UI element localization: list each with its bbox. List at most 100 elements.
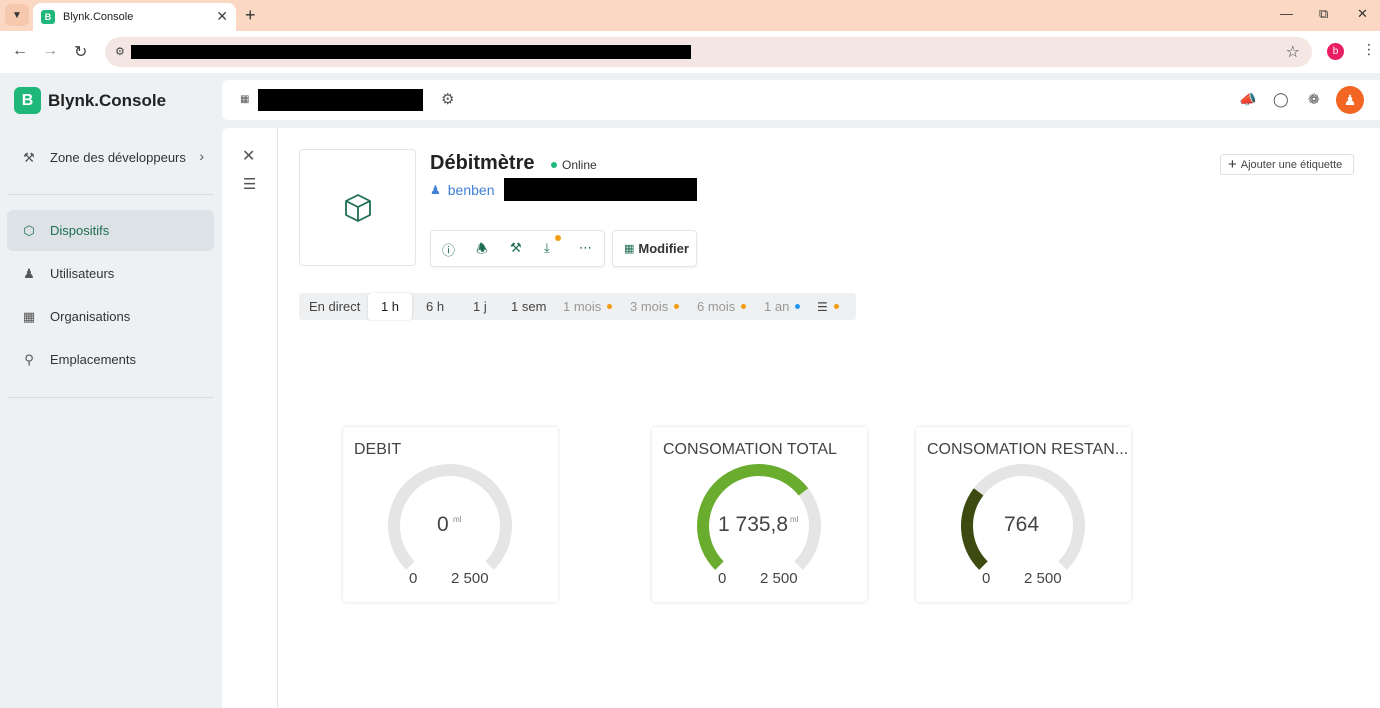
sidebar-item-locations[interactable]: ⚲ Emplacements (7, 339, 214, 380)
back-icon[interactable]: ← (12, 42, 28, 60)
gauge-widget-remaining-consumption: CONSOMATION RESTAN... 764 0 2 500 (916, 427, 1131, 602)
brand[interactable]: B Blynk.Console (14, 87, 166, 114)
edit-button[interactable]: ▦ Modifier (612, 230, 697, 267)
blynk-logo-icon: B (14, 87, 41, 114)
sidebar-item-organizations[interactable]: ▦ Organisations (7, 296, 214, 337)
cube-icon: ⬡ (23, 222, 35, 238)
time-range-1h[interactable]: 1 h (368, 293, 412, 320)
announcements-icon[interactable]: 📣 (1239, 91, 1256, 108)
bookmark-star-icon[interactable]: ☆ (1286, 42, 1300, 62)
minimize-icon[interactable]: — (1280, 6, 1293, 21)
app-header: ▦ ⚙ 📣 ◯ ❁ ♟ (222, 80, 1380, 120)
chevron-right-icon: › (199, 148, 204, 164)
browser-menu-icon[interactable]: ⋮ (1362, 41, 1376, 58)
premium-dot (741, 304, 747, 309)
add-tag-label: Ajouter une étiquette (1240, 158, 1343, 171)
new-tab-icon[interactable]: + (245, 5, 256, 26)
custom-range-button[interactable]: ☰ (817, 293, 839, 320)
browser-toolbar: ← → ↻ ⚙ ☆ b ⋮ (0, 31, 1380, 73)
help-icon[interactable]: ◯ (1273, 91, 1289, 108)
sidebar-divider (7, 397, 214, 398)
time-range-1d[interactable]: 1 j (473, 293, 487, 320)
window-close-icon[interactable]: ✕ (1357, 6, 1368, 22)
gauge-value: 1 735,8 (718, 513, 789, 536)
online-dot (551, 162, 557, 168)
device-image (299, 149, 416, 266)
user-icon: ♟ (430, 183, 441, 197)
device-actions: ⓘ 🕭 ⚒ ⤓ ⋯ (430, 230, 605, 267)
plus-icon: + (1228, 156, 1237, 173)
profile-avatar[interactable]: b (1327, 43, 1344, 60)
redacted-device-name (258, 89, 423, 111)
gauge-value: 0 (437, 513, 449, 536)
time-range-6m[interactable]: 6 mois (697, 293, 747, 320)
sidebar-item-devices[interactable]: ⬡ Dispositifs (7, 210, 214, 251)
time-range-3m[interactable]: 3 mois (630, 293, 680, 320)
gauge-widget-debit: DEBIT 0 ml 0 2 500 (343, 427, 558, 602)
device-owner[interactable]: ♟ benben (430, 182, 494, 198)
favicon-icon: B (41, 10, 55, 24)
sidebar-item-developer-zone[interactable]: ⚒ Zone des développeurs › (7, 137, 214, 178)
forward-icon[interactable]: → (42, 42, 58, 60)
time-range-label: 6 h (426, 299, 445, 314)
time-range-label: 1 mois (563, 299, 602, 314)
premium-dot (607, 304, 613, 309)
sidebar-item-label: Zone des développeurs (50, 150, 186, 165)
download-icon[interactable]: ⤓ (544, 240, 550, 256)
tab-title: Blynk.Console (63, 11, 134, 23)
tab-search-button[interactable]: ▼ (5, 4, 29, 26)
time-range-label: 6 mois (697, 299, 736, 314)
time-range-label: 3 mois (630, 299, 669, 314)
more-icon[interactable]: ⋯ (579, 240, 592, 256)
gauge-min: 0 (982, 570, 991, 587)
gauge-track (388, 464, 512, 570)
update-dot (555, 235, 561, 241)
time-range-label: 1 j (473, 299, 487, 314)
redacted-url (131, 45, 691, 59)
close-icon[interactable]: ✕ (242, 146, 255, 166)
sidebar-item-users[interactable]: ♟ Utilisateurs (7, 253, 214, 294)
bug-report-icon[interactable]: ❁ (1308, 91, 1320, 108)
location-pin-icon: ⚲ (24, 351, 34, 367)
site-settings-icon[interactable]: ⚙ (115, 45, 125, 58)
gauge-unit: ml (453, 515, 462, 524)
settings-gear-icon[interactable]: ⚙ (441, 90, 454, 108)
edit-button-label: Modifier (638, 241, 689, 256)
time-range-live[interactable]: En direct (309, 293, 360, 320)
status-badge: Online (551, 158, 597, 172)
premium-dot (674, 304, 680, 309)
device-small-icon: ▦ (240, 94, 250, 105)
info-icon[interactable]: ⓘ (442, 240, 455, 259)
sliders-icon: ☰ (817, 299, 828, 314)
tools-icon: ⚒ (23, 149, 35, 165)
browser-tab[interactable]: B Blynk.Console ✕ (33, 3, 236, 31)
tools-icon[interactable]: ⚒ (510, 240, 522, 256)
cube-icon (344, 193, 371, 222)
user-avatar[interactable]: ♟ (1336, 86, 1364, 114)
address-bar[interactable]: ⚙ ☆ (105, 37, 1312, 67)
status-text: Online (562, 158, 597, 172)
blynk-app: B Blynk.Console ⚒ Zone des développeurs … (0, 73, 1380, 708)
brand-name: Blynk.Console (48, 90, 167, 110)
gauge-max: 2 500 (451, 570, 489, 587)
sidebar-item-label: Organisations (50, 309, 131, 324)
time-range-6h[interactable]: 6 h (426, 293, 444, 320)
gauge-min: 0 (409, 570, 418, 587)
restore-icon[interactable]: ⧉ (1319, 6, 1328, 22)
sidebar-item-label: Dispositifs (50, 223, 110, 238)
sidebar-divider (7, 194, 214, 195)
time-range-1m[interactable]: 1 mois (563, 293, 613, 320)
time-range-1y[interactable]: 1 an (764, 293, 801, 320)
time-range-1w[interactable]: 1 sem (511, 293, 546, 320)
bell-icon[interactable]: 🕭 (476, 240, 488, 262)
reload-icon[interactable]: ↻ (74, 42, 87, 62)
sidebar-item-label: Emplacements (50, 352, 136, 367)
menu-icon[interactable]: ☰ (243, 175, 256, 193)
time-range-label: 1 sem (511, 299, 547, 314)
gauge-fill (961, 488, 988, 570)
sidebar-item-label: Utilisateurs (50, 266, 115, 281)
add-tag-button[interactable]: + Ajouter une étiquette (1220, 154, 1354, 175)
panel-strip: ✕ ☰ (222, 128, 278, 708)
time-range-label: En direct (309, 299, 361, 314)
tab-close-icon[interactable]: ✕ (216, 8, 228, 25)
